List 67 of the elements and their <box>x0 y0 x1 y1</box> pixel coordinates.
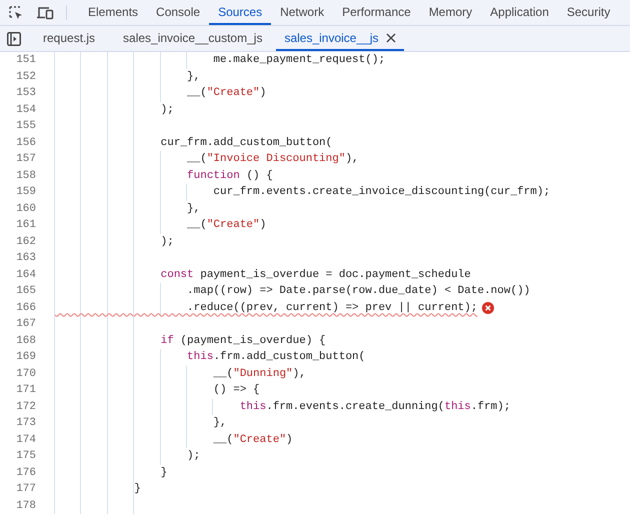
line-number: 170 <box>15 366 36 382</box>
code-line: me.make_payment_request(); <box>212 53 386 68</box>
line-number: 158 <box>15 168 36 184</box>
line-number: 171 <box>15 383 36 398</box>
line-number: 165 <box>15 284 36 299</box>
file-tab[interactable]: request.js <box>29 26 110 51</box>
panel-tab[interactable]: Elements <box>79 0 148 25</box>
close-icon[interactable] <box>386 32 396 42</box>
line-number: 173 <box>15 416 36 431</box>
panel-tab[interactable]: Console <box>147 0 210 25</box>
line-number: 163 <box>15 251 36 266</box>
code-line: __("Create") <box>186 218 266 233</box>
code-line: .reduce((prev, current) => prev || current); <box>186 300 478 316</box>
line-number: 169 <box>15 350 36 365</box>
line-number: 166 <box>15 300 36 316</box>
line-number: 175 <box>15 449 36 464</box>
error-icon <box>482 302 494 314</box>
device-toolbar-icon[interactable] <box>36 4 54 20</box>
code-line: }, <box>186 70 200 84</box>
line-number: 167 <box>15 317 36 332</box>
file-tab[interactable]: sales_invoice__js <box>276 26 404 51</box>
code-line: } <box>160 466 168 480</box>
code-line: __("Invoice Discounting"), <box>186 152 359 167</box>
code-line: if (payment_is_overdue) { <box>160 334 326 348</box>
code-line: function () { <box>186 168 273 184</box>
code-line: this.frm.events.create_dunning(this.frm); <box>238 400 510 414</box>
line-number: 152 <box>15 70 36 84</box>
line-number: 177 <box>15 482 36 497</box>
line-number: 159 <box>15 185 36 200</box>
code-line: ); <box>160 234 174 250</box>
panel-tab[interactable]: Performance <box>333 0 420 25</box>
code-line: } <box>133 482 141 497</box>
line-number: 172 <box>15 400 36 414</box>
line-number: 176 <box>15 466 36 480</box>
line-number: 154 <box>15 102 36 118</box>
panel-tab[interactable]: Application <box>481 0 558 25</box>
code-line: __("Create") <box>212 432 293 448</box>
line-number: 164 <box>15 268 36 282</box>
code-line: cur_frm.add_custom_button( <box>160 136 332 150</box>
code-line: () => { <box>212 383 260 398</box>
code-line: .map((row) => Date.parse(row.due_date) < Date.now()) <box>186 284 530 299</box>
line-number: 162 <box>15 234 36 250</box>
line-number: 156 <box>15 136 36 150</box>
code-line: }, <box>186 202 200 216</box>
panel-tab[interactable]: Memory <box>420 0 482 25</box>
code-line: ); <box>160 102 174 118</box>
line-number: 157 <box>15 152 36 167</box>
code-line: __("Dunning"), <box>212 366 306 382</box>
line-number: 151 <box>15 53 36 68</box>
panel-tab[interactable]: Security <box>558 0 620 25</box>
line-number: 161 <box>15 218 36 233</box>
code-line: cur_frm.events.create_invoice_discounting(cur_frm); <box>212 185 550 200</box>
code-line: }, <box>212 416 227 431</box>
line-number: 168 <box>15 334 36 348</box>
file-tab[interactable]: sales_invoice__custom_js <box>109 26 276 51</box>
line-number: 160 <box>15 202 36 216</box>
panel-tab[interactable]: Network <box>271 0 334 25</box>
code-line: this.frm.add_custom_button( <box>186 350 366 365</box>
line-number: 178 <box>15 498 36 514</box>
line-number: 174 <box>15 432 36 448</box>
code-line: const payment_is_overdue = doc.payment_schedule <box>160 268 471 282</box>
code-line: __("Create") <box>186 86 266 101</box>
sidebar-toggle-icon[interactable] <box>7 32 21 46</box>
code-line: ); <box>186 449 200 464</box>
inspect-element-icon[interactable] <box>8 4 24 20</box>
line-number: 153 <box>15 86 36 101</box>
line-number: 155 <box>15 119 36 134</box>
